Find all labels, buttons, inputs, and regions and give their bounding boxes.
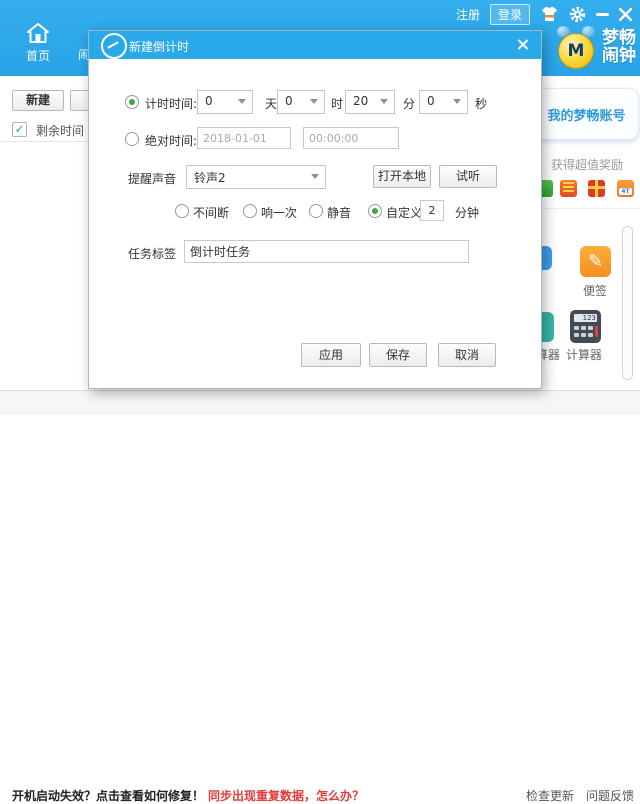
sound-label: 提醒声音: [128, 172, 177, 186]
chevron-down-icon: [238, 99, 246, 104]
pencil-icon: ✎: [587, 251, 604, 272]
timer-time-radio[interactable]: [125, 95, 139, 109]
ring-mode-once-radio[interactable]: [243, 204, 257, 218]
ring-mode-custom-label: 自定义: [386, 206, 423, 220]
cancel-button[interactable]: 取消: [438, 343, 496, 367]
settings-gear-icon[interactable]: [569, 6, 586, 23]
titlebar-controls: 注册 登录: [456, 3, 632, 25]
absolute-time-label: 绝对时间:: [145, 134, 198, 148]
new-task-button[interactable]: 新建: [12, 90, 64, 111]
minimize-button[interactable]: [596, 12, 609, 16]
new-countdown-dialog: 新建倒计时 计时时间: 0 天 0 时 20 分 0 秒 绝对时间: 提醒声音 …: [88, 30, 542, 389]
mascot-alarm-clock-icon: M: [555, 26, 597, 69]
rewards-text: 获得超值奖励: [551, 158, 624, 172]
calculator-icon[interactable]: 123: [570, 310, 601, 343]
days-select[interactable]: 0: [197, 90, 253, 114]
timer-time-label: 计时时间:: [145, 97, 198, 111]
promo-gift-icon[interactable]: [588, 180, 605, 197]
check-update-link[interactable]: 检查更新: [526, 787, 574, 804]
minutes-select[interactable]: 20: [345, 90, 395, 114]
check-icon: ✓: [14, 122, 25, 136]
close-window-icon[interactable]: [619, 7, 632, 21]
minutes-unit: 分: [403, 97, 416, 111]
feedback-link[interactable]: 问题反馈: [586, 787, 634, 804]
sticky-note-label[interactable]: 便签: [583, 282, 607, 299]
status-bar: 开机启动失效？点击查看如何修复！ 同步出现重复数据，怎么办？ 检查更新 问题反馈: [0, 390, 640, 803]
open-local-button[interactable]: 打开本地: [373, 165, 431, 188]
chevron-down-icon: [380, 99, 388, 104]
ring-mode-custom-radio[interactable]: [368, 204, 382, 218]
sync-duplicate-link[interactable]: 同步出现重复数据，怎么办？: [208, 787, 364, 804]
dialog-title: 新建倒计时: [129, 40, 190, 54]
hours-unit: 时: [331, 97, 344, 111]
remaining-time-checkbox[interactable]: ✓: [12, 122, 27, 137]
startup-fix-link[interactable]: 开机启动失效？点击查看如何修复！: [12, 787, 204, 804]
seconds-select[interactable]: 0: [419, 90, 468, 114]
skin-shirt-icon[interactable]: [540, 6, 559, 22]
login-button[interactable]: 登录: [489, 3, 530, 25]
absolute-date-input[interactable]: [197, 127, 291, 149]
chevron-down-icon: [311, 174, 319, 179]
ring-mode-continuous-label: 不间断: [193, 206, 230, 220]
custom-minutes-unit: 分钟: [455, 206, 480, 220]
dialog-close-icon[interactable]: [516, 38, 529, 51]
tab-home-label: 首页: [25, 49, 50, 63]
ring-mode-silent-label: 静音: [327, 206, 352, 220]
days-unit: 天: [265, 97, 278, 111]
ring-mode-once-label: 响一次: [261, 206, 298, 220]
ringtone-select[interactable]: 铃声2: [186, 165, 326, 189]
preview-sound-button[interactable]: 试听: [439, 165, 497, 188]
chevron-down-icon: [310, 99, 318, 104]
custom-minutes-input[interactable]: [420, 200, 444, 221]
remaining-time-column-label: 剩余时间: [36, 124, 85, 138]
ring-mode-continuous-radio[interactable]: [175, 204, 189, 218]
seconds-unit: 秒: [475, 97, 488, 111]
promo-4t-icon[interactable]: 4T: [617, 180, 634, 197]
right-panel-scrollbar[interactable]: [622, 226, 633, 380]
save-button[interactable]: 保存: [369, 343, 427, 367]
left-panel-divider: [0, 141, 88, 142]
chevron-down-icon: [453, 99, 461, 104]
promo-list-icon[interactable]: [560, 180, 577, 197]
right-panel-divider: [545, 208, 640, 209]
absolute-clock-input[interactable]: [303, 127, 399, 149]
dialog-titlebar: 新建倒计时: [89, 31, 541, 59]
sticky-note-icon[interactable]: ✎: [580, 246, 611, 277]
app-logo: M 梦畅 闹钟: [555, 26, 636, 69]
ring-mode-silent-radio[interactable]: [309, 204, 323, 218]
app-name: 梦畅 闹钟: [602, 28, 636, 66]
countdown-clock-icon: [101, 33, 127, 59]
task-label: 任务标签: [128, 247, 177, 261]
apply-button[interactable]: 应用: [301, 343, 361, 367]
home-icon: [27, 23, 49, 43]
register-link[interactable]: 注册: [456, 6, 480, 23]
my-account-button[interactable]: 我的梦畅账号: [534, 88, 639, 140]
tab-home[interactable]: 首页: [14, 22, 62, 64]
calculator-label[interactable]: 计算器: [566, 346, 602, 363]
absolute-time-radio[interactable]: [125, 132, 139, 146]
hours-select[interactable]: 0: [277, 90, 325, 114]
task-name-input[interactable]: [184, 240, 469, 263]
